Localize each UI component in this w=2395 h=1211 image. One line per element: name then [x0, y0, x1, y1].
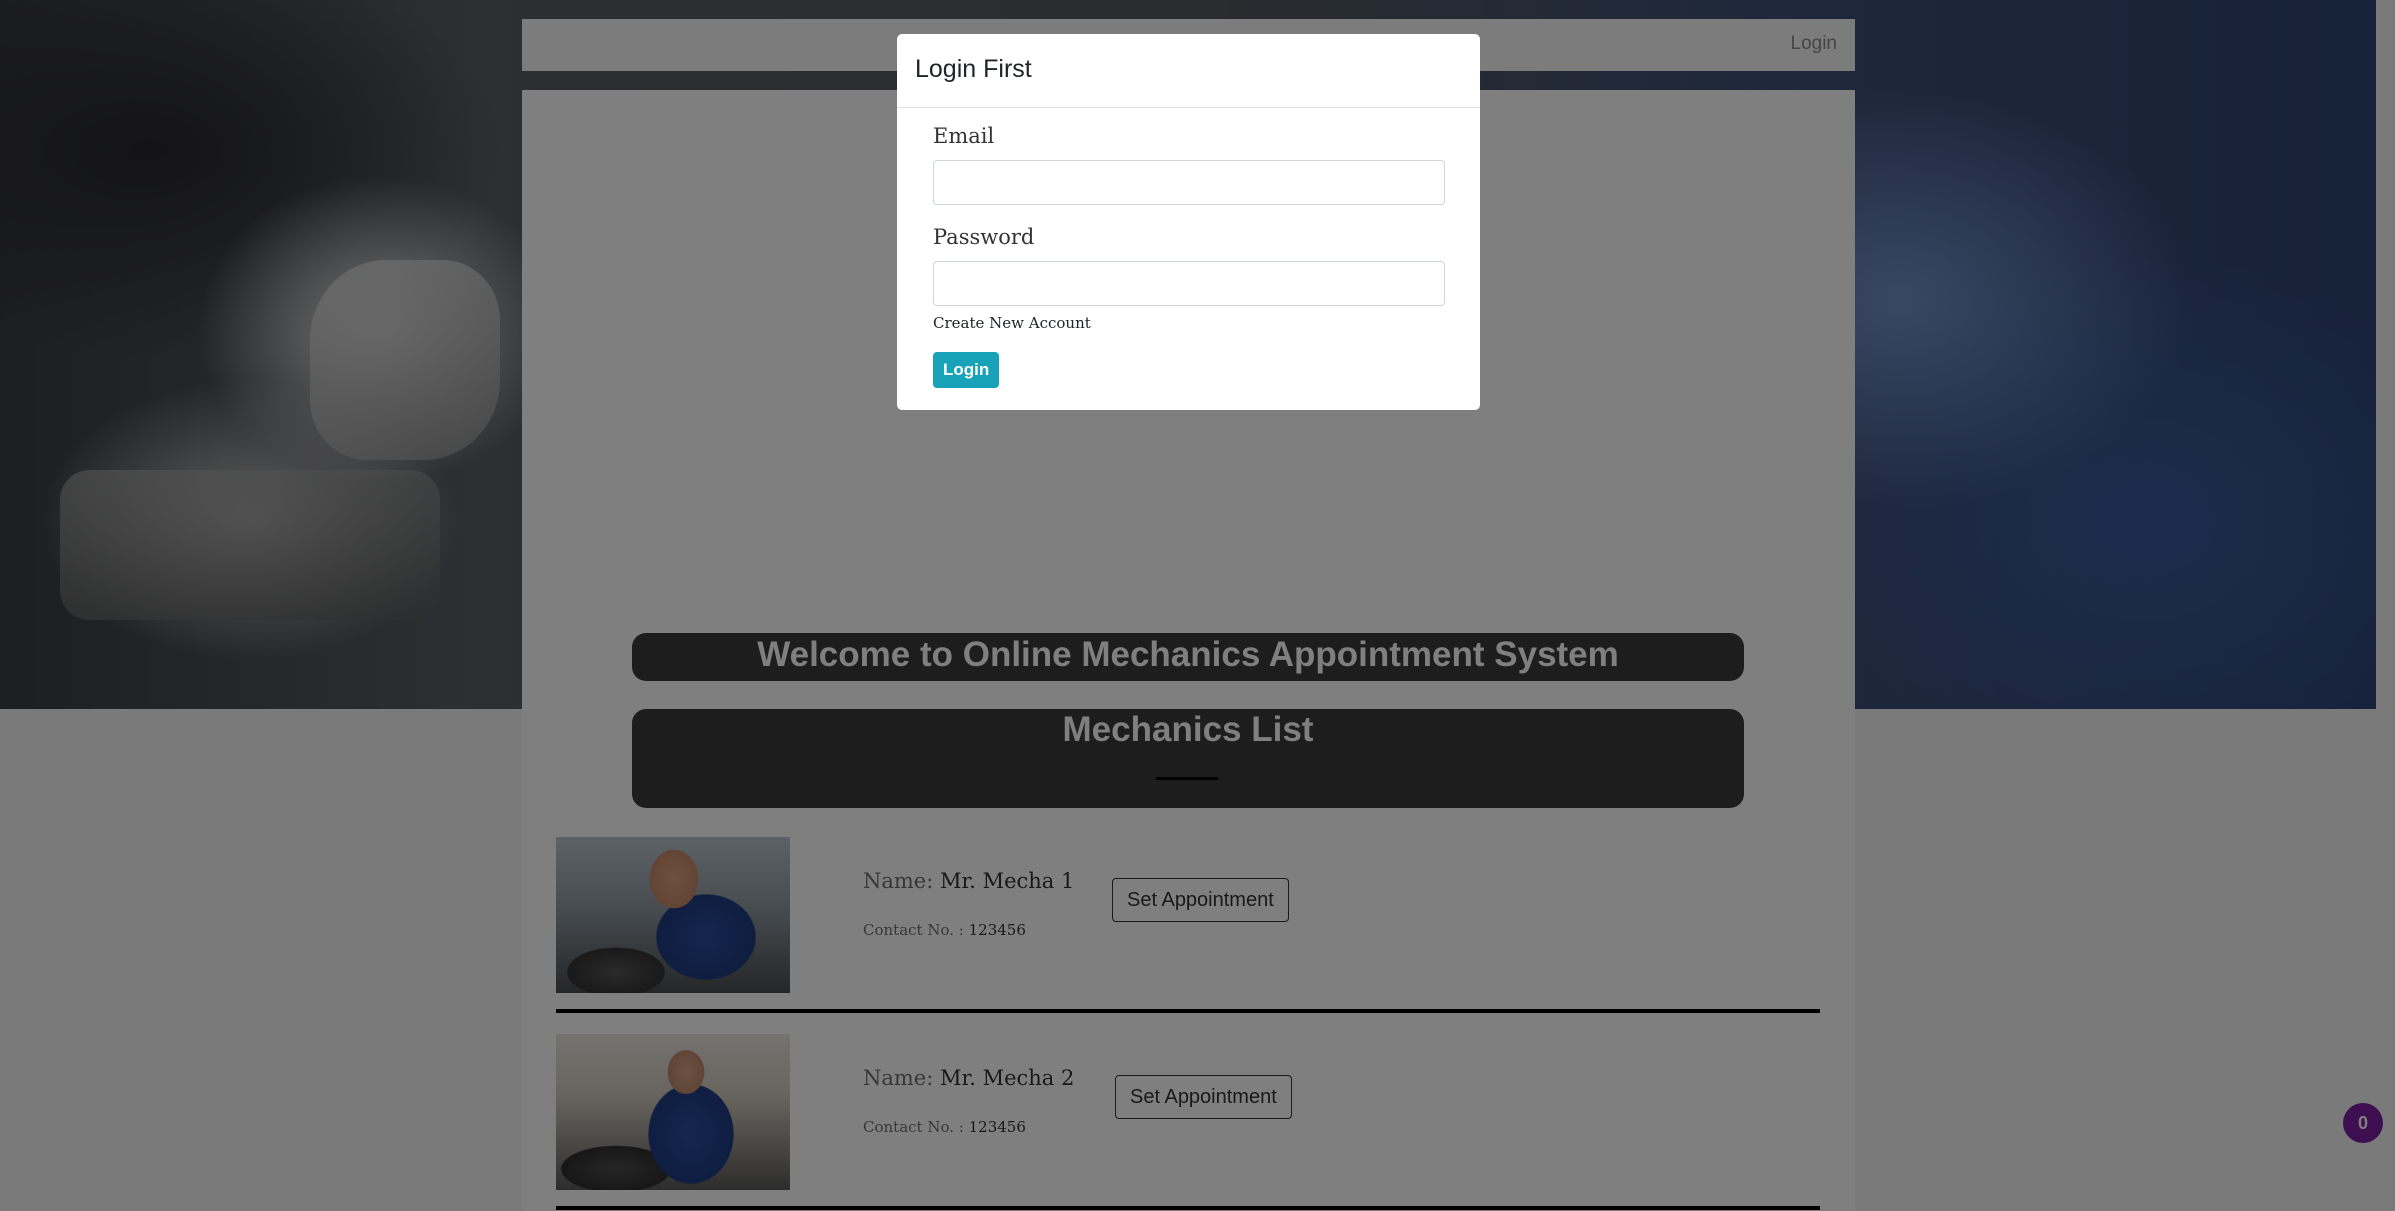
- login-modal: Login First Email Password Create New Ac…: [897, 34, 1480, 410]
- modal-body: Email Password Create New Account Login: [897, 108, 1480, 404]
- password-label: Password: [933, 225, 1035, 249]
- email-field[interactable]: [933, 160, 1445, 205]
- password-field[interactable]: [933, 261, 1445, 306]
- create-account-link[interactable]: Create New Account: [933, 314, 1444, 332]
- login-button[interactable]: Login: [933, 352, 1000, 388]
- modal-header: Login First: [897, 34, 1480, 108]
- modal-title: Login First: [915, 55, 1032, 83]
- email-label: Email: [933, 124, 995, 148]
